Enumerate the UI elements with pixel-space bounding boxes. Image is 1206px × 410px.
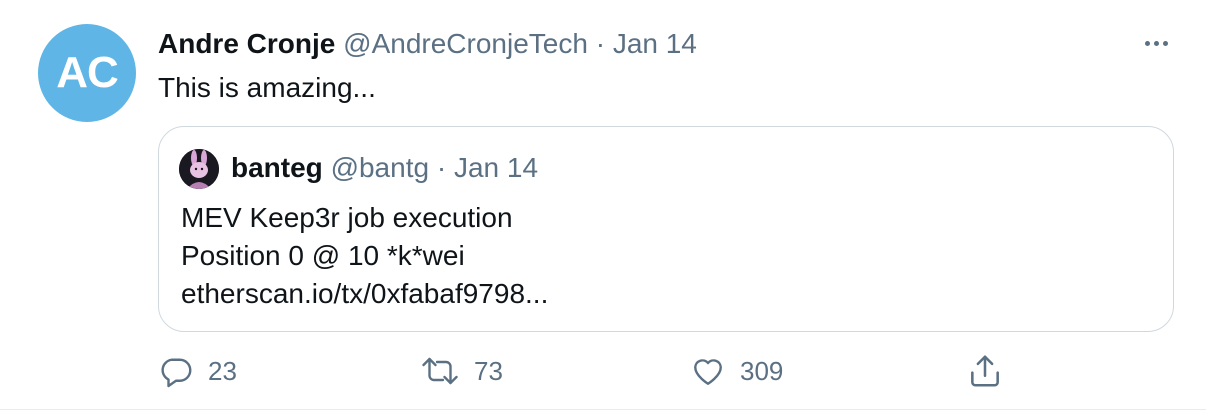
reply-count: 23 <box>208 355 237 386</box>
separator-dot: · <box>436 152 447 183</box>
separator-dot: · <box>595 28 606 59</box>
quoted-line: MEV Keep3r job execution <box>181 202 513 233</box>
tweet-date[interactable]: Jan 14 <box>613 28 697 59</box>
retweet-icon <box>422 357 458 385</box>
quoted-tweet-date[interactable]: Jan 14 <box>454 152 538 183</box>
heart-icon <box>694 359 722 385</box>
reply-icon <box>161 358 192 388</box>
like-button[interactable]: 309 <box>690 350 783 392</box>
tweet-text: This is amazing... <box>158 72 376 103</box>
retweet-count: 73 <box>474 355 503 386</box>
author-name[interactable]: Andre Cronje <box>158 28 335 59</box>
quoted-tweet[interactable]: banteg @bantg · Jan 14 MEV Keep3r job ex… <box>158 126 1174 332</box>
tweet-card[interactable]: AC Andre Cronje @AndreCronjeTech · Jan 1… <box>0 0 1206 410</box>
share-icon <box>971 355 999 387</box>
quoted-tweet-text: MEV Keep3r job execution Position 0 @ 10… <box>181 199 548 313</box>
quoted-tweet-header: banteg @bantg · Jan 14 <box>231 149 538 187</box>
retweet-button[interactable]: 73 <box>420 350 503 392</box>
tweet-header: Andre Cronje @AndreCronjeTech · Jan 14 <box>158 26 697 62</box>
more-options-icon[interactable] <box>1136 28 1176 58</box>
bunny-avatar-icon[interactable] <box>179 149 219 189</box>
quoted-line: Position 0 @ 10 *k*wei <box>181 240 465 271</box>
quoted-author-name[interactable]: banteg <box>231 152 323 183</box>
author-handle[interactable]: @AndreCronjeTech <box>343 28 588 59</box>
avatar[interactable]: AC <box>38 24 136 122</box>
share-button[interactable] <box>966 350 1004 392</box>
avatar-initials: AC <box>56 48 119 97</box>
reply-button[interactable]: 23 <box>158 350 237 392</box>
quoted-author-handle[interactable]: @bantg <box>331 152 430 183</box>
quoted-link[interactable]: etherscan.io/tx/0xfabaf9798... <box>181 275 548 313</box>
like-count: 309 <box>740 355 784 386</box>
